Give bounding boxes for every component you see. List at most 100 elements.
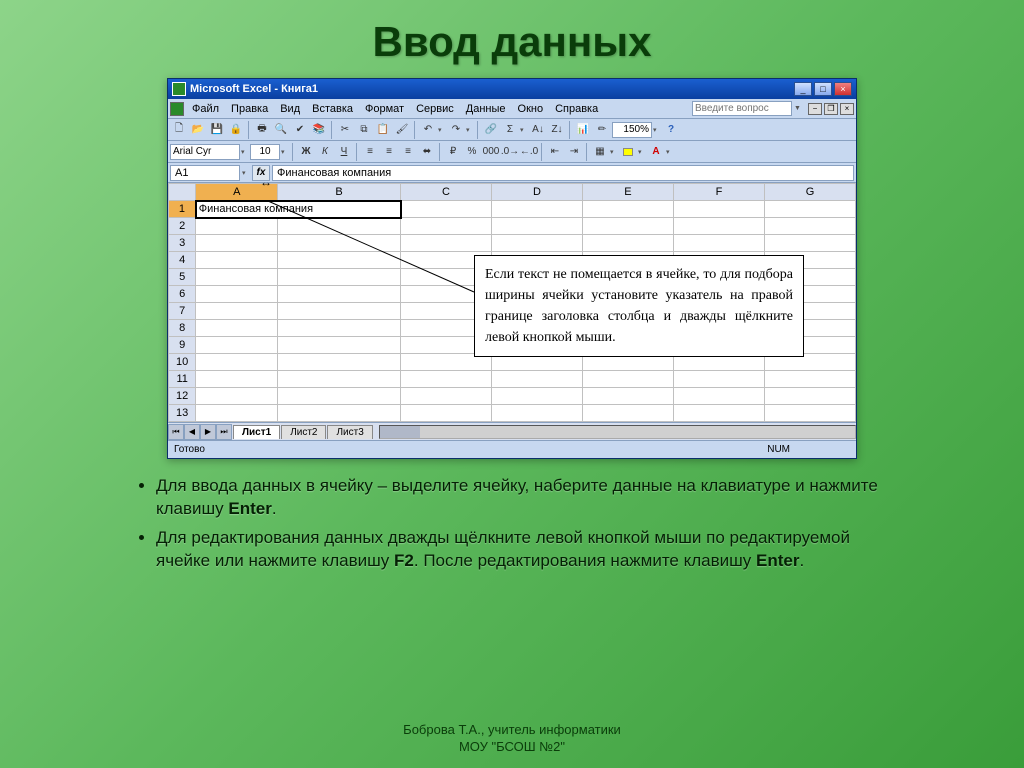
redo-dropdown-icon[interactable]: ▾ — [466, 126, 474, 134]
namebox-dropdown-icon[interactable]: ▾ — [242, 169, 250, 177]
new-icon[interactable]: 🗋 — [170, 121, 188, 139]
help-search-input[interactable] — [692, 101, 792, 116]
col-header-D[interactable]: D — [492, 184, 583, 201]
name-box[interactable] — [170, 165, 240, 181]
align-right-icon[interactable]: ≡ — [399, 143, 417, 161]
cell-A1[interactable]: Финансовая компания — [196, 201, 401, 218]
print-preview-icon[interactable]: 🔍 — [272, 121, 290, 139]
tab-next-icon[interactable]: ▶ — [200, 424, 216, 440]
tab-prev-icon[interactable]: ◀ — [184, 424, 200, 440]
row-header-5[interactable]: 5 — [169, 269, 196, 286]
formula-input[interactable] — [272, 165, 854, 181]
tab-first-icon[interactable]: ⏮ — [168, 424, 184, 440]
horizontal-scrollbar[interactable] — [379, 425, 856, 439]
align-left-icon[interactable]: ≡ — [361, 143, 379, 161]
sheet-tab-2[interactable]: Лист2 — [281, 425, 326, 439]
row-header-1[interactable]: 1 — [169, 201, 196, 218]
drawing-icon[interactable]: ✏ — [593, 121, 611, 139]
row-header-10[interactable]: 10 — [169, 354, 196, 371]
sheet-tab-1[interactable]: Лист1 — [233, 425, 280, 439]
close-button[interactable]: × — [834, 82, 852, 96]
minimize-button[interactable]: _ — [794, 82, 812, 96]
row-header-8[interactable]: 8 — [169, 320, 196, 337]
research-icon[interactable]: 📚 — [310, 121, 328, 139]
undo-icon[interactable]: ↶ — [419, 121, 437, 139]
redo-icon[interactable]: ↷ — [447, 121, 465, 139]
select-all-corner[interactable] — [169, 184, 196, 201]
hyperlink-icon[interactable]: 🔗 — [482, 121, 500, 139]
zoom-input[interactable] — [612, 122, 652, 138]
fill-dropdown-icon[interactable]: ▾ — [638, 148, 646, 156]
autosum-dropdown-icon[interactable]: ▾ — [520, 126, 528, 134]
row-header-6[interactable]: 6 — [169, 286, 196, 303]
doc-close-button[interactable]: × — [840, 103, 854, 115]
menu-insert[interactable]: Вставка — [306, 102, 359, 116]
save-icon[interactable]: 💾 — [208, 121, 226, 139]
col-header-G[interactable]: G — [764, 184, 855, 201]
help-dropdown-icon[interactable]: ▼ — [794, 105, 802, 112]
cell[interactable] — [764, 201, 855, 218]
zoom-dropdown-icon[interactable]: ▾ — [653, 126, 661, 134]
increase-indent-icon[interactable]: ⇥ — [565, 143, 583, 161]
sort-asc-icon[interactable]: A↓ — [529, 121, 547, 139]
currency-icon[interactable]: ₽ — [444, 143, 462, 161]
font-name-input[interactable] — [170, 144, 240, 160]
row-header-7[interactable]: 7 — [169, 303, 196, 320]
font-dropdown-icon[interactable]: ▾ — [241, 148, 249, 156]
row-header-12[interactable]: 12 — [169, 388, 196, 405]
row-header-2[interactable]: 2 — [169, 218, 196, 235]
bold-icon[interactable]: Ж — [297, 143, 315, 161]
menu-edit[interactable]: Правка — [225, 102, 274, 116]
maximize-button[interactable]: □ — [814, 82, 832, 96]
doc-minimize-button[interactable]: − — [808, 103, 822, 115]
borders-icon[interactable]: ▦ — [591, 143, 609, 161]
print-icon[interactable]: 🖶 — [253, 121, 271, 139]
menu-data[interactable]: Данные — [460, 102, 512, 116]
menu-view[interactable]: Вид — [274, 102, 306, 116]
cell[interactable] — [401, 201, 492, 218]
italic-icon[interactable]: К — [316, 143, 334, 161]
decrease-decimal-icon[interactable]: ←.0 — [520, 143, 538, 161]
cell[interactable] — [582, 201, 673, 218]
col-header-C[interactable]: C — [401, 184, 492, 201]
menu-format[interactable]: Формат — [359, 102, 410, 116]
copy-icon[interactable]: ⧉ — [355, 121, 373, 139]
decrease-indent-icon[interactable]: ⇤ — [546, 143, 564, 161]
cell[interactable] — [673, 201, 764, 218]
paste-icon[interactable]: 📋 — [374, 121, 392, 139]
font-color-icon[interactable]: A — [647, 143, 665, 161]
fx-button[interactable]: fx — [252, 165, 270, 181]
autosum-icon[interactable]: Σ — [501, 121, 519, 139]
help-icon[interactable]: ? — [662, 121, 680, 139]
increase-decimal-icon[interactable]: .0→ — [501, 143, 519, 161]
col-header-B[interactable]: B — [278, 184, 401, 201]
merge-center-icon[interactable]: ⬌ — [418, 143, 436, 161]
col-header-E[interactable]: E — [582, 184, 673, 201]
row-header-13[interactable]: 13 — [169, 405, 196, 422]
chart-icon[interactable]: 📊 — [574, 121, 592, 139]
doc-restore-button[interactable]: ❐ — [824, 103, 838, 115]
fontcolor-dropdown-icon[interactable]: ▾ — [666, 148, 674, 156]
col-header-A[interactable]: A — [196, 184, 278, 201]
col-header-F[interactable]: F — [673, 184, 764, 201]
sheet-tab-3[interactable]: Лист3 — [327, 425, 372, 439]
align-center-icon[interactable]: ≡ — [380, 143, 398, 161]
fill-color-icon[interactable] — [619, 143, 637, 161]
undo-dropdown-icon[interactable]: ▾ — [438, 126, 446, 134]
row-header-9[interactable]: 9 — [169, 337, 196, 354]
spellcheck-icon[interactable]: ✔ — [291, 121, 309, 139]
row-header-11[interactable]: 11 — [169, 371, 196, 388]
borders-dropdown-icon[interactable]: ▾ — [610, 148, 618, 156]
format-painter-icon[interactable]: 🖌 — [393, 121, 411, 139]
menu-window[interactable]: Окно — [512, 102, 550, 116]
menu-help[interactable]: Справка — [549, 102, 604, 116]
open-icon[interactable]: 📂 — [189, 121, 207, 139]
menu-tools[interactable]: Сервис — [410, 102, 460, 116]
cell[interactable] — [492, 201, 583, 218]
size-dropdown-icon[interactable]: ▾ — [281, 148, 289, 156]
font-size-input[interactable] — [250, 144, 280, 160]
row-header-4[interactable]: 4 — [169, 252, 196, 269]
comma-icon[interactable]: 000 — [482, 143, 500, 161]
row-header-3[interactable]: 3 — [169, 235, 196, 252]
percent-icon[interactable]: % — [463, 143, 481, 161]
